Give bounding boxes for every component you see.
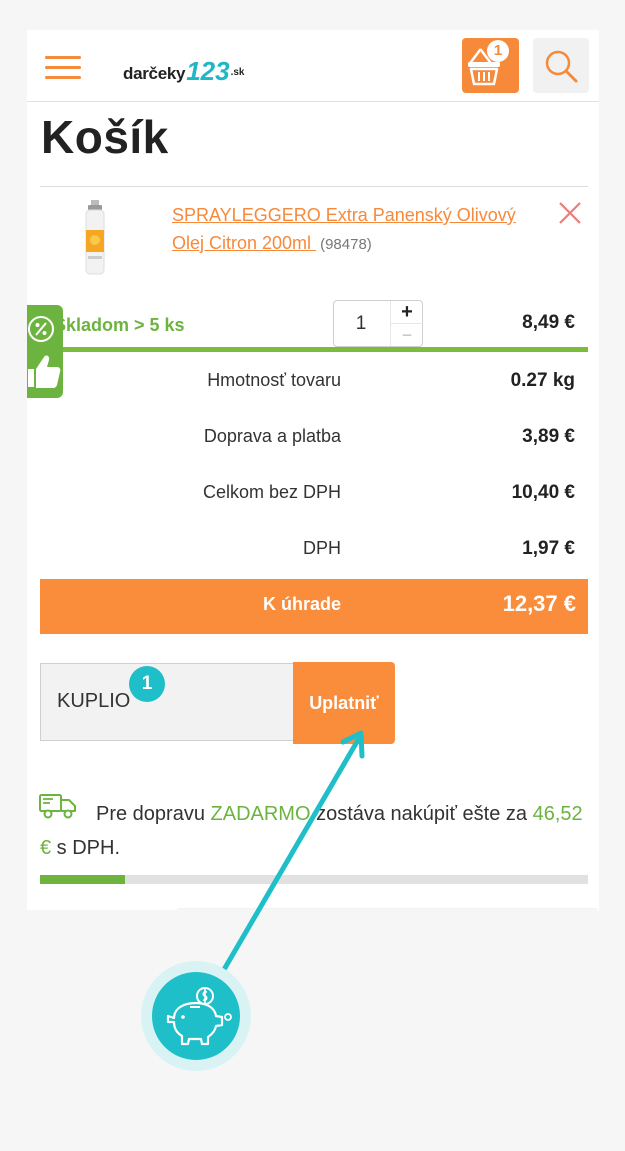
quantity-increase-button[interactable]: + [390,301,423,324]
coupon-input[interactable]: KUPLIO [40,663,294,741]
hamburger-icon[interactable] [45,56,81,80]
total-bar: K úhrade 12,37 € [40,579,588,634]
free-shipping-text: Pre dopravu ZADARMO zostáva nakúpiť ešte… [40,797,585,865]
shipping-highlight: ZADARMO [210,803,311,825]
logo-tld: .sk [230,67,245,78]
piggy-bank-button [152,972,240,1060]
summary-value: 3,89 € [522,426,575,447]
summary-label: DPH [302,538,341,558]
card-shadow [177,908,597,910]
shipping-middle: zostáva nakúpiť ešte za [310,803,533,825]
stock-divider [40,347,588,352]
side-badge[interactable] [27,305,63,398]
search-icon [545,50,578,83]
product-image[interactable] [77,200,113,276]
summary-row-vat: DPH 1,97 € [27,538,599,568]
summary-value: 1,97 € [522,538,575,559]
logo-number: 123 [186,56,230,86]
free-shipping-progress [40,875,588,884]
search-button[interactable] [533,38,589,93]
total-value: 12,37 € [502,591,576,616]
shipping-suffix: s DPH. [51,837,121,859]
apply-coupon-button[interactable]: Uplatniť [293,662,395,744]
product-name-link[interactable]: SPRAYLEGGERO Extra Panenský Olivový Olej… [172,201,532,259]
stock-status: Skladom > 5 ks [54,315,185,335]
summary-value: 0.27 kg [510,370,575,391]
piggy-bank-icon [166,987,232,1046]
step-badge: 1 [129,666,165,702]
coupon-input-value[interactable]: KUPLIO [57,690,130,713]
header-divider [27,101,599,102]
title-divider [40,186,588,187]
product-price: 8,49 € [522,312,575,333]
summary-row-shipping: Doprava a platba 3,89 € [27,426,599,456]
summary-value: 10,40 € [511,482,575,503]
site-logo[interactable]: darčeky 123 .sk [123,52,244,84]
cart-count-badge: 1 [487,40,509,62]
logo-word: darčeky [123,64,186,83]
close-icon[interactable] [557,200,583,226]
summary-label: Hmotnosť tovaru [207,370,341,390]
product-code: (98478) [320,236,372,253]
summary-label: Doprava a platba [203,426,341,446]
free-shipping-progress-fill [40,875,125,884]
quantity-value[interactable]: 1 [334,301,388,346]
thumbs-up-icon [28,355,61,388]
shipping-prefix: Pre dopravu [96,803,211,825]
total-label: K úhrade [262,594,341,614]
quantity-stepper[interactable]: 1 + − [333,300,423,347]
quantity-decrease-button[interactable]: − [390,324,423,346]
summary-row-weight: Hmotnosť tovaru 0.27 kg [27,370,599,400]
summary-row-without-vat: Celkom bez DPH 10,40 € [27,482,599,512]
percent-icon [28,316,54,342]
summary-label: Celkom bez DPH [202,482,341,502]
cart-page: darčeky 123 .sk 1 Košík SPRAYLEGGERO Extra… [27,30,599,910]
page-title: Košík [41,111,169,163]
